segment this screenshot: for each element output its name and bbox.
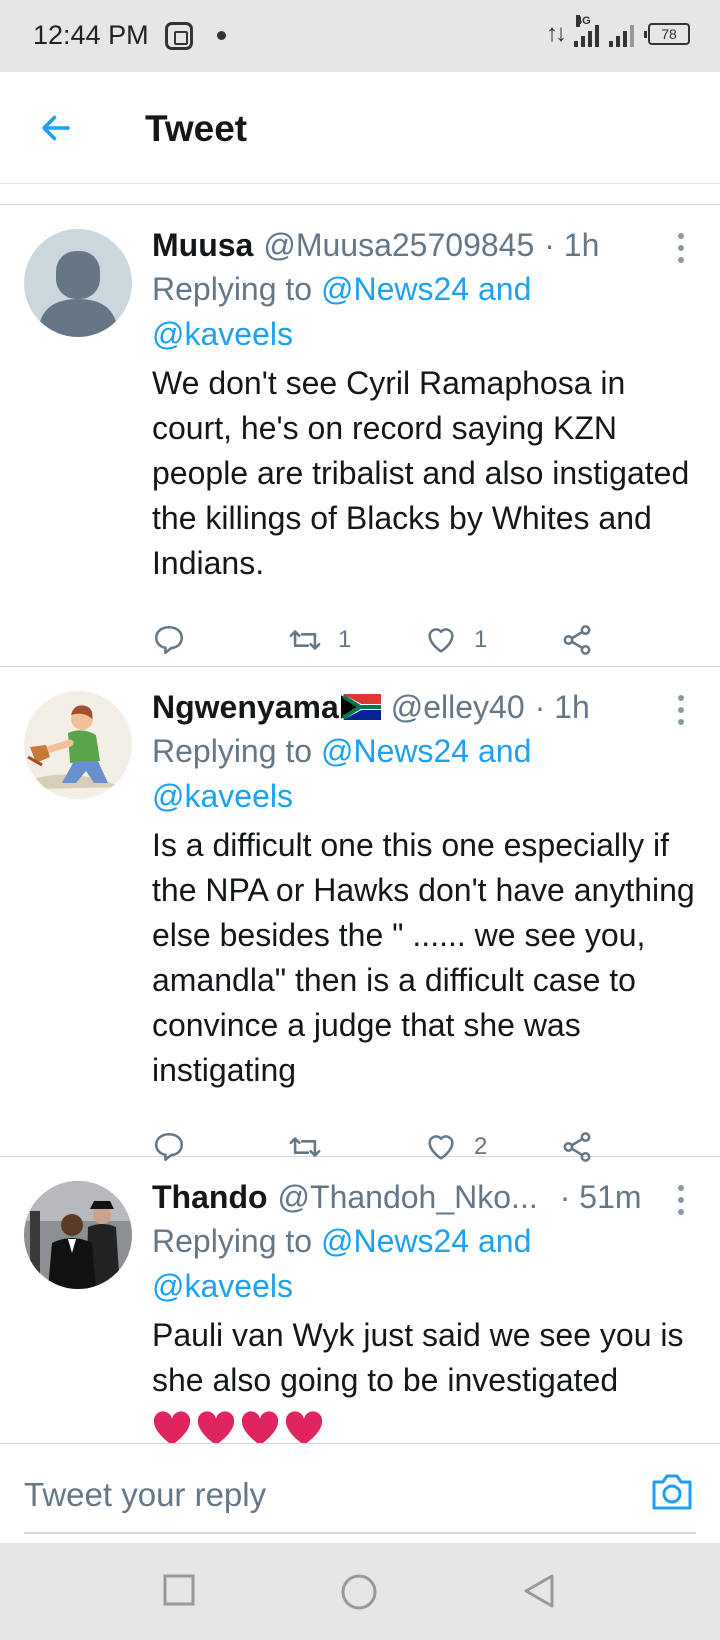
tweet[interactable]: Ngwenyama @elley40 · 1h Replying to @New… (0, 667, 720, 1162)
tweet[interactable]: Thando @Thandoh_Nko... · 51m Replying to… (0, 1157, 720, 1443)
author-name[interactable]: Ngwenyama (152, 685, 339, 729)
signal-icon (609, 21, 634, 47)
mention-link[interactable]: @News24 (321, 271, 469, 307)
south-africa-flag-icon (340, 694, 381, 720)
replying-to-label: Replying to (152, 271, 321, 307)
signal-4g-icon: 4G (574, 15, 599, 47)
reply-feed[interactable]: Muusa @Muusa25709845 · 1h Replying to @N… (0, 205, 720, 1443)
battery-icon: 78 (644, 23, 690, 45)
avatar[interactable] (24, 1181, 132, 1289)
heart-emoji-icon (285, 1411, 323, 1443)
replying-to: Replying to @News24 and @kaveels (152, 267, 696, 357)
replying-to-label: Replying to (152, 1223, 321, 1259)
tweet-text: Pauli van Wyk just said we see you is sh… (152, 1317, 684, 1398)
data-transfer-icon: ↑↓ (546, 20, 567, 47)
author-name[interactable]: Muusa (152, 223, 253, 267)
like-button[interactable]: 1 (424, 623, 560, 657)
notification-dot-icon (217, 31, 226, 40)
recents-icon[interactable] (162, 1573, 196, 1607)
replying-to: Replying to @News24 and @kaveels (152, 729, 696, 819)
avatar[interactable] (24, 691, 132, 799)
tweet-header: Muusa @Muusa25709845 · 1h (152, 223, 696, 267)
replying-to-label: Replying to (152, 733, 321, 769)
heart-emoji-icon (241, 1411, 279, 1443)
retweet-button[interactable]: 1 (288, 623, 424, 657)
back-nav-icon[interactable] (522, 1573, 556, 1609)
back-arrow-icon[interactable] (38, 110, 74, 146)
status-indicators: ↑↓ 4G 78 (546, 15, 690, 48)
avatar-image (24, 1181, 132, 1289)
share-button[interactable] (560, 623, 696, 657)
avatar-image (24, 691, 132, 799)
app-notification-icon (165, 22, 193, 50)
share-icon (563, 625, 591, 655)
mention-link-and[interactable]: and (469, 1223, 531, 1259)
author-name[interactable]: Thando (152, 1175, 268, 1219)
reply-icon (154, 625, 184, 655)
author-handle[interactable]: @Muusa25709845 (263, 223, 534, 267)
network-type-label: 4G (576, 15, 591, 27)
emoji-row (152, 1411, 696, 1443)
status-bar: 12:44 PM ↑↓ 4G 78 (0, 0, 720, 72)
replying-to: Replying to @News24 and @kaveels (152, 1219, 696, 1309)
mention-link-and[interactable]: and (469, 271, 531, 307)
author-handle[interactable]: @Thandoh_Nko... (278, 1175, 538, 1219)
mention-link-and[interactable]: and (469, 733, 531, 769)
mention-link[interactable]: @News24 (321, 1223, 469, 1259)
top-app-bar: Tweet (0, 72, 720, 184)
mention-link[interactable]: @kaveels (152, 316, 293, 352)
tweet-time: · 1h (534, 689, 590, 725)
more-icon[interactable] (678, 695, 686, 725)
tweet[interactable]: Muusa @Muusa25709845 · 1h Replying to @N… (0, 205, 720, 667)
system-nav-bar (0, 1543, 720, 1640)
like-count: 1 (474, 626, 488, 653)
like-icon (428, 628, 454, 653)
tweet-text: Is a difficult one this one especially i… (152, 827, 695, 1088)
tweet-header: Thando @Thandoh_Nko... · 51m (152, 1175, 696, 1219)
heart-emoji-icon (153, 1411, 191, 1443)
home-icon[interactable] (340, 1573, 378, 1611)
reply-button[interactable] (152, 623, 288, 657)
mention-link[interactable]: @News24 (321, 733, 469, 769)
page-title: Tweet (145, 108, 248, 149)
heart-emoji-icon (197, 1411, 235, 1443)
mention-link[interactable]: @kaveels (152, 1268, 293, 1304)
tweet-text: We don't see Cyril Ramaphosa in court, h… (152, 365, 690, 581)
input-underline (24, 1532, 696, 1534)
status-time: 12:44 PM (33, 20, 149, 50)
more-icon[interactable] (678, 1185, 686, 1215)
author-handle[interactable]: @elley40 (391, 685, 525, 729)
tweet-header: Ngwenyama @elley40 · 1h (152, 685, 696, 729)
retweet-count: 1 (338, 626, 352, 653)
avatar[interactable] (24, 229, 132, 337)
tweet-time: · 1h (544, 227, 600, 263)
reply-input[interactable]: Tweet your reply (24, 1476, 266, 1514)
reply-composer[interactable]: Tweet your reply (0, 1443, 720, 1543)
retweet-icon (289, 630, 321, 650)
mention-link[interactable]: @kaveels (152, 778, 293, 814)
camera-icon[interactable] (650, 1472, 694, 1512)
tweet-time: · 51m (559, 1179, 642, 1215)
default-avatar-icon (24, 229, 132, 337)
more-icon[interactable] (678, 233, 686, 263)
